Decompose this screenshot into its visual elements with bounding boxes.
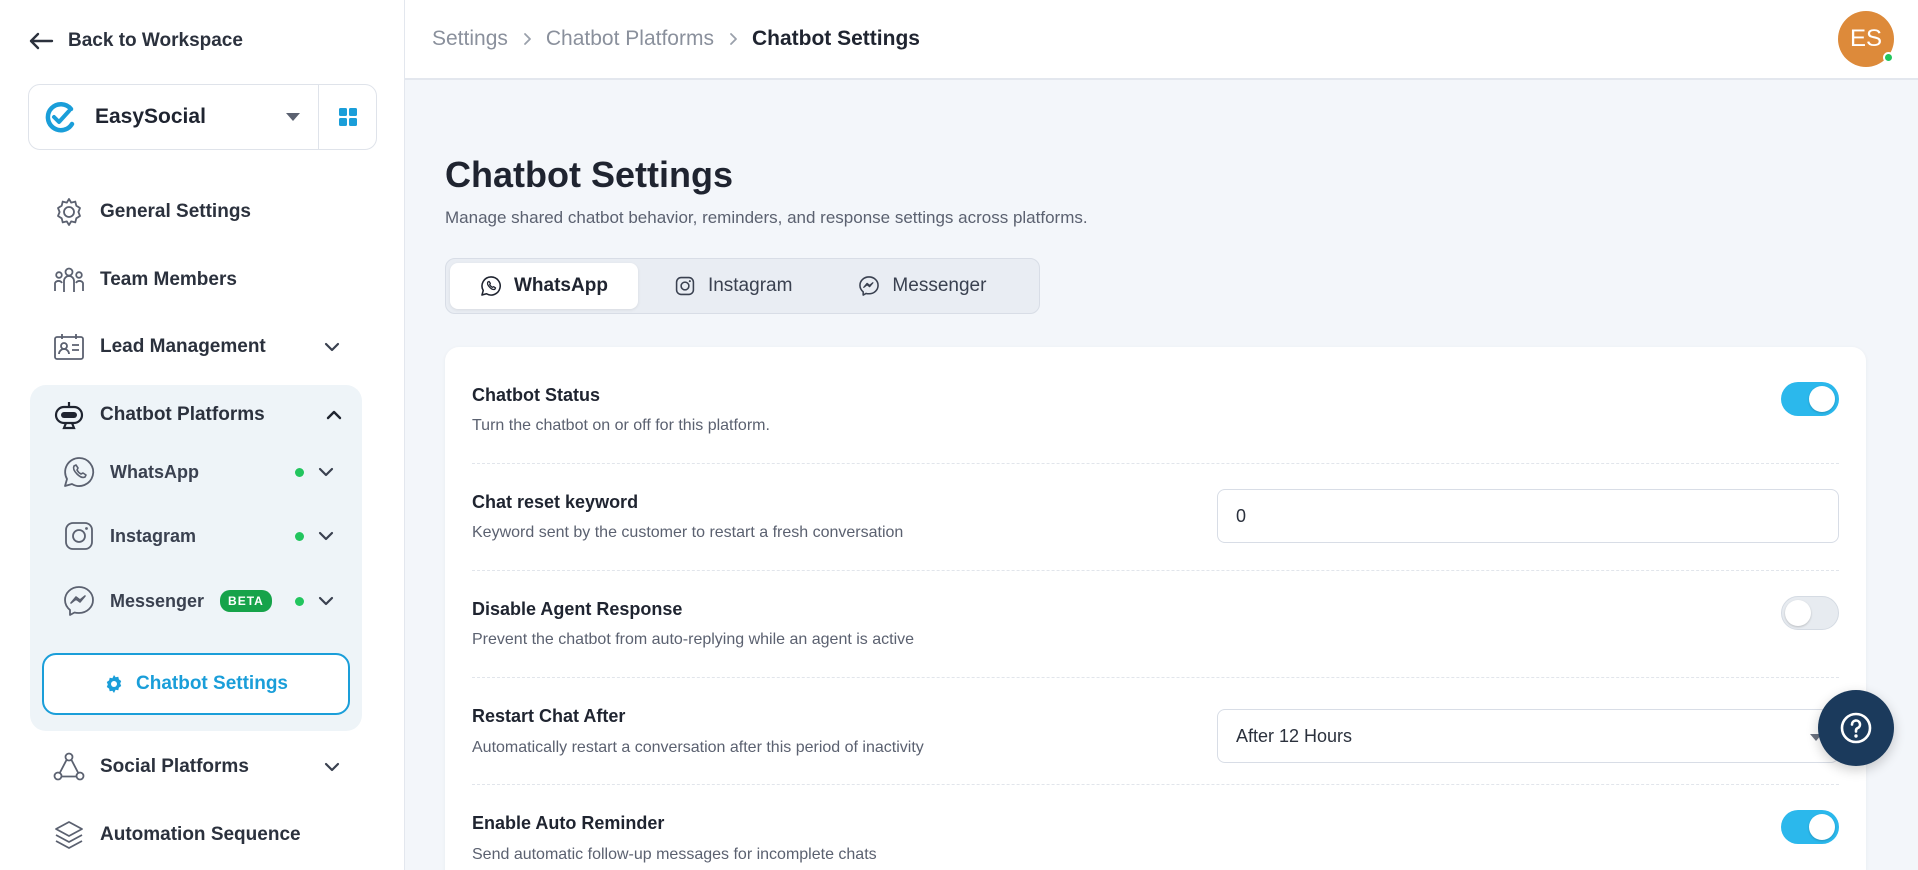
status-dot [295,531,304,541]
setting-chat-reset-keyword: Chat reset keyword Keyword sent by the c… [472,464,1839,571]
breadcrumb-chatbot-platforms[interactable]: Chatbot Platforms [546,27,714,51]
apps-grid-button[interactable] [318,85,376,149]
tab-instagram[interactable]: Instagram [644,263,822,309]
caret-down-icon [286,113,300,121]
chatbot-settings-label: Chatbot Settings [136,673,288,694]
setting-description: Automatically restart a conversation aft… [472,739,924,756]
setting-description: Send automatic follow-up messages for in… [472,846,877,863]
arrow-left-icon [29,32,54,50]
top-header: Settings Chatbot Platforms Chatbot Setti… [405,0,1918,80]
workspace-name: EasySocial [95,105,206,128]
nav-label: Team Members [100,269,237,290]
sub-item-label: Messenger [110,590,205,611]
settings-card: Chatbot Status Turn the chatbot on or of… [445,347,1866,870]
setting-description: Turn the chatbot on or off for this plat… [472,417,770,434]
setting-description: Prevent the chatbot from auto-replying w… [472,631,915,648]
tab-whatsapp[interactable]: WhatsApp [450,263,638,309]
setting-title: Enable Auto Reminder [472,813,665,833]
chevron-down-icon [324,762,340,772]
chatbot-status-toggle[interactable] [1781,382,1839,416]
tab-label: Instagram [707,275,793,296]
gear-icon [106,675,122,693]
tab-label: Messenger [892,275,987,296]
platform-tabs: WhatsApp Instagram Messenger [445,258,1040,314]
sub-item-messenger[interactable]: Messenger BETA [62,581,344,621]
chevron-down-icon [318,531,334,541]
grid-icon [338,108,357,126]
sub-item-whatsapp[interactable]: WhatsApp [62,452,344,492]
beta-badge: BETA [220,590,272,612]
nav-automation-sequence[interactable]: Automation Sequence [52,815,342,855]
setting-restart-chat-after: Restart Chat After Automatically restart… [472,678,1839,785]
back-label: Back to Workspace [68,30,243,51]
tab-messenger[interactable]: Messenger [828,263,1016,309]
workspace-switcher: EasySocial [28,84,377,150]
nav-label: Automation Sequence [100,824,301,845]
nav-chatbot-platforms[interactable]: Chatbot Platforms [52,395,352,435]
messenger-icon [64,586,94,616]
setting-description: Keyword sent by the customer to restart … [472,524,904,541]
chevron-right-icon [730,33,737,45]
nav-lead-management[interactable]: Lead Management [52,327,342,367]
sub-item-instagram[interactable]: Instagram [62,516,344,556]
online-indicator [1883,52,1894,63]
whatsapp-icon [481,276,501,296]
nav-label: Social Platforms [100,756,249,777]
breadcrumb-settings[interactable]: Settings [432,27,508,51]
question-icon [1840,712,1872,744]
status-dot [295,596,304,606]
sub-item-label: WhatsApp [110,461,199,482]
avatar-initials: ES [1849,25,1882,52]
whatsapp-icon [64,457,95,487]
layers-icon [55,821,83,849]
instagram-icon [65,522,93,550]
nav-general-settings[interactable]: General Settings [52,192,342,232]
team-icon [54,267,84,292]
gear-icon [57,198,81,226]
chevron-down-icon [318,596,334,606]
sub-item-label: Instagram [110,525,197,546]
chat-reset-keyword-input[interactable]: 0 [1217,489,1839,543]
share-nodes-icon [53,752,85,781]
page-title: Chatbot Settings [445,154,733,195]
messenger-icon [859,276,880,296]
instagram-icon [675,276,695,296]
help-button[interactable] [1818,690,1894,766]
user-avatar[interactable]: ES [1838,11,1894,67]
chevron-up-icon [326,410,342,420]
setting-title: Chatbot Status [472,385,600,405]
setting-disable-agent-response: Disable Agent Response Prevent the chatb… [472,571,1839,678]
restart-chat-after-select[interactable]: After 12 Hours [1217,709,1839,763]
nav-team-members[interactable]: Team Members [52,260,342,300]
status-dot [295,467,304,477]
nav-social-platforms[interactable]: Social Platforms [52,747,342,787]
page-subtitle: Manage shared chatbot behavior, reminder… [445,208,1088,227]
chatbot-platforms-group: Chatbot Platforms WhatsApp Instagram Mes… [30,385,362,731]
disable-agent-response-toggle[interactable] [1781,596,1839,630]
selected-value: After 12 Hours [1236,725,1353,746]
setting-title: Restart Chat After [472,706,626,726]
breadcrumb-chatbot-settings: Chatbot Settings [751,27,920,50]
easysocial-logo-icon [45,101,75,133]
nav-label: Lead Management [100,336,266,357]
workspace-select[interactable]: EasySocial [29,85,318,149]
tab-label: WhatsApp [514,275,608,296]
contact-card-icon [54,334,84,360]
back-to-workspace-link[interactable]: Back to Workspace [28,30,243,52]
auto-reminder-toggle[interactable] [1781,810,1839,844]
setting-title: Disable Agent Response [472,599,683,619]
robot-icon [54,402,84,430]
setting-chatbot-status: Chatbot Status Turn the chatbot on or of… [472,347,1839,464]
sidebar: Back to Workspace EasySocial General Set… [0,0,405,870]
chevron-down-icon [318,467,334,477]
nav-label: General Settings [100,201,251,222]
setting-title: Chat reset keyword [472,492,639,512]
chatbot-settings-button[interactable]: Chatbot Settings [42,653,350,715]
chevron-down-icon [324,342,340,352]
setting-enable-auto-reminder: Enable Auto Reminder Send automatic foll… [472,785,1839,870]
breadcrumb: Settings Chatbot Platforms Chatbot Setti… [432,27,920,51]
nav-label: Chatbot Platforms [100,404,265,425]
chevron-right-icon [523,33,531,45]
